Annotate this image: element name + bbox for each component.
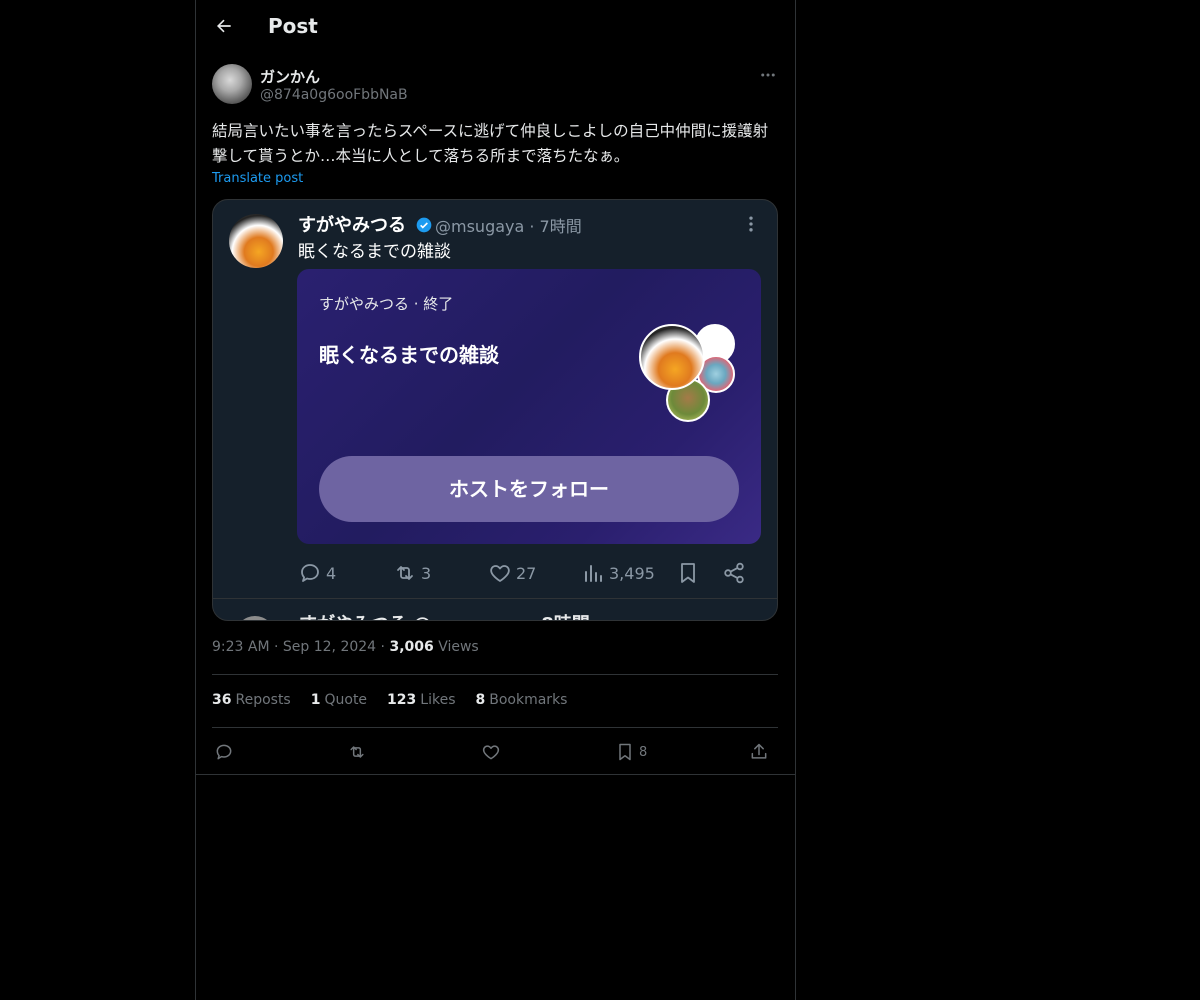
likes-label: Likes [420,692,456,708]
embed-more-button[interactable] [741,214,761,234]
bookmark-icon [619,743,631,761]
host-avatar [639,324,705,390]
more-options-button[interactable] [759,66,779,84]
quote-label: Quote [324,692,368,708]
views-count: 3,006 [389,639,434,655]
embed-bookmark-button[interactable] [676,560,700,586]
author-name[interactable]: ガンかん [260,66,320,87]
share-icon [724,562,744,584]
reply-icon [301,564,319,582]
likes-count: 123 [387,692,417,708]
bookmark-icon [681,563,695,583]
views-icon [585,565,602,582]
next-post-avatar [235,616,275,620]
next-post-preview-text: すがやみつる @msugaya · 8時間 [299,610,590,620]
back-button[interactable] [212,14,236,38]
embed-share-button[interactable] [722,560,746,586]
action-bar: 8 [212,740,778,764]
verified-icon [416,217,432,233]
embed-avatar[interactable] [229,214,283,268]
embed-handle-time[interactable]: @msugaya · 7時間 [435,213,582,237]
space-host-status: すがやみつる · 終了 [319,295,454,313]
reposts-label: Reposts [235,692,291,708]
bookmark-count: 8 [639,744,648,760]
embed-reply-count: 4 [326,563,337,583]
quote-count: 1 [310,692,321,708]
embed-separator [213,598,777,599]
reposts-count: 36 [212,692,232,708]
reply-icon [216,744,232,760]
like-icon [482,745,500,760]
embed-author-name[interactable]: すがやみつる [298,211,432,237]
more-icon [749,216,753,232]
embed-repost-button[interactable]: 3 [393,560,431,586]
embed-reply-button[interactable]: 4 [298,560,336,586]
repost-icon [350,746,364,758]
bookmarks-label: Bookmarks [489,692,568,708]
embed-repost-count: 3 [421,563,432,583]
bookmarks-count: 8 [475,692,486,708]
follow-host-button[interactable]: ホストをフォロー [319,456,739,522]
post-column: Post ガンかん @874a0g6ooFbbNaB 結局言いたい事を言ったらス… [195,0,796,1000]
post-time[interactable]: 9:23 AM [212,639,270,655]
embed-next-post-preview[interactable]: すがやみつる @msugaya · 8時間 [233,610,773,620]
embed-action-bar: 4 3 27 3,495 [298,560,768,586]
space-card[interactable]: すがやみつる · 終了 眠くなるまでの雑談 ホストをフォロー [297,269,761,544]
reposts-stat[interactable]: 36 Reposts [212,692,291,708]
embed-like-count: 27 [516,563,537,583]
author-avatar[interactable] [212,64,252,104]
embed-views-count: 3,495 [609,563,655,583]
page-title: Post [268,14,318,38]
engagement-stats: 36 Reposts 1 Quote 123 Likes 8 Bookmarks [212,692,567,708]
views-label: Views [438,639,479,655]
translate-post-link[interactable]: Translate post [212,171,303,186]
divider [212,674,778,675]
divider [212,727,778,728]
quote-stat[interactable]: 1 Quote [311,692,367,708]
repost-button[interactable] [347,740,367,764]
top-bar: Post [196,0,795,53]
post-text: 結局言いたい事を言ったらスペースに逃げて仲良しこよしの自己中仲間に援護射撃して貰… [212,122,769,165]
embedded-post[interactable]: すがやみつる @msugaya · 7時間 眠くなるまでの雑談 すがやみつる ·… [212,199,778,621]
share-icon [751,743,767,759]
likes-stat[interactable]: 123 Likes [387,692,455,708]
author-handle[interactable]: @874a0g6ooFbbNaB [260,87,408,103]
embed-author-name-text: すがやみつる [298,215,406,236]
more-icon [761,73,775,77]
post-date[interactable]: Sep 12, 2024 [283,639,376,655]
bookmarks-stat[interactable]: 8 Bookmarks [476,692,568,708]
like-button[interactable] [481,740,501,764]
share-button[interactable] [749,740,769,764]
like-icon [490,565,510,582]
back-arrow-icon [217,19,231,33]
divider [196,774,795,775]
space-title: 眠くなるまでの雑談 [319,343,499,367]
post-timestamp: 9:23 AM · Sep 12, 2024 · 3,006 Views [212,639,479,655]
embed-views-button[interactable]: 3,495 [581,560,655,586]
dot-separator: · [274,639,283,655]
repost-icon [397,566,413,580]
bookmark-button[interactable]: 8 [615,740,647,764]
reply-button[interactable] [214,740,234,764]
embed-like-button[interactable]: 27 [488,560,536,586]
embed-text: 眠くなるまでの雑談 [298,242,451,262]
